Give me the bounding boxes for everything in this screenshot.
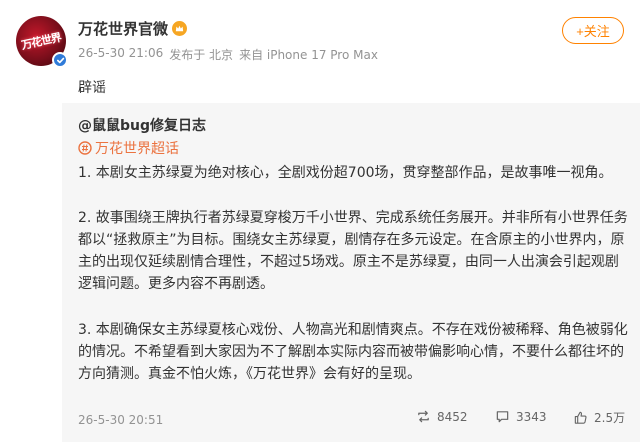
author-row: 万花世界官微 (78, 18, 188, 39)
post-device: 来自 iPhone 17 Pro Max (239, 48, 378, 62)
origin-time[interactable]: 26-5-30 20:51 (78, 413, 163, 427)
like-button[interactable]: 2.5万 (573, 409, 625, 426)
comment-button[interactable]: 3343 (495, 409, 547, 424)
comment-count: 3343 (516, 409, 547, 424)
topic-icon (78, 141, 92, 155)
post-text: 辟谣 (78, 80, 106, 96)
topic-label: 万花世界超话 (95, 141, 179, 157)
reposted-content: @鼠鼠bug修复日志 万花世界超话 1. 本剧女主苏绿夏为绝对核心，全剧戏份超7… (62, 103, 640, 442)
repost-button[interactable]: 8452 (416, 409, 468, 424)
post-time[interactable]: 26-5-30 21:06 (78, 46, 163, 63)
paragraph-1: 1. 本剧女主苏绿夏为绝对核心，全剧戏份超700场，贯穿整部作品，是故事唯一视角… (78, 165, 613, 181)
vip-crown-icon[interactable] (172, 21, 188, 36)
paragraph-2: 2. 故事围绕王牌执行者苏绿夏穿梭万千小世界、完成系统任务展开。并非所有小世界任… (78, 210, 628, 292)
like-count: 2.5万 (594, 411, 626, 425)
post-location: 发布于 北京 (169, 48, 234, 62)
paragraph-3: 3. 本剧确保女主苏绿夏核心戏份、人物高光和剧情爽点。不存在戏份被稀释、角色被弱… (78, 322, 628, 382)
topic-link[interactable]: 万花世界超话 (78, 138, 179, 158)
verified-badge-icon (52, 52, 68, 68)
avatar-logo-text: 万花世界 (20, 30, 63, 53)
follow-button[interactable]: +关注 (562, 17, 624, 44)
author-name[interactable]: 万花世界官微 (78, 18, 168, 39)
repost-count: 8452 (437, 409, 468, 424)
repost-icon (418, 410, 429, 423)
comment-icon (496, 411, 509, 423)
origin-author-link[interactable]: @鼠鼠bug修复日志 (78, 115, 206, 135)
post-meta: 26-5-30 21:06 发布于 北京 来自 iPhone 17 Pro Ma… (78, 46, 378, 63)
like-icon (574, 411, 587, 424)
